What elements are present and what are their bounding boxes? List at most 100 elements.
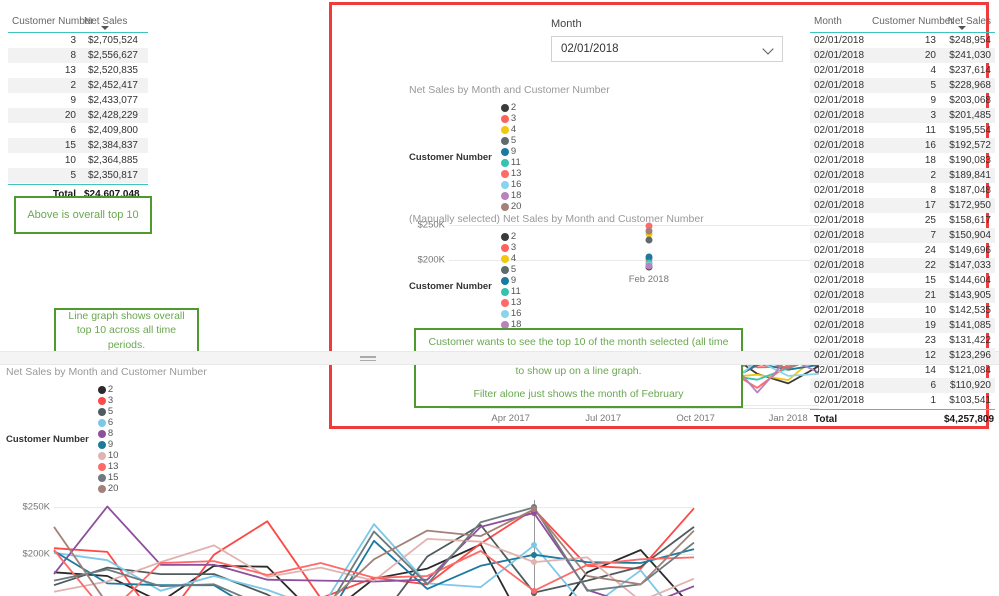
table-row[interactable]: 13 $2,520,835 <box>8 63 148 78</box>
table-row[interactable]: 02/01/2018 2 $189,841 <box>810 168 995 183</box>
column-header-month[interactable]: Month <box>810 16 868 29</box>
table-row[interactable]: 5 $2,350,817 <box>8 168 148 183</box>
overall-top-10-table[interactable]: Customer Number Net Sales 3 $2,705,524 8 $2… <box>8 16 148 202</box>
table-cell: 02/01/2018 <box>814 185 865 196</box>
table-cell: 5 <box>70 170 76 181</box>
table-row[interactable]: 02/01/2018 12 $123,296 <box>810 348 995 363</box>
legend-item[interactable]: 2 <box>500 102 522 113</box>
annotation-line-graph: Line graph shows overall top 10 across a… <box>54 308 199 353</box>
table-row[interactable]: 02/01/2018 19 $141,085 <box>810 318 995 333</box>
legend-item[interactable]: 16 <box>500 308 521 319</box>
legend-item[interactable]: 13 <box>500 168 521 179</box>
table-row[interactable]: 02/01/2018 5 $228,968 <box>810 78 995 93</box>
legend-item[interactable]: 5 <box>500 264 522 275</box>
legend-item[interactable]: 16 <box>500 179 521 190</box>
column-header-customer-number[interactable]: Customer Number <box>8 16 94 29</box>
column-header-net-sales-label: Net Sales <box>947 16 991 27</box>
table-row[interactable]: 02/01/2018 6 $110,920 <box>810 378 995 393</box>
table-row[interactable]: 02/01/2018 14 $121,084 <box>810 363 995 378</box>
hover-data-point[interactable] <box>531 506 537 513</box>
table-row[interactable]: 02/01/2018 23 $131,422 <box>810 333 995 348</box>
legend-item[interactable]: 3 <box>500 113 522 124</box>
month-slicer[interactable]: Month 02/01/2018 <box>551 18 783 62</box>
column-header-customer-number[interactable]: Customer Number <box>868 16 954 29</box>
chart-net-sales-overall[interactable]: Net Sales by Month and Customer Number C… <box>6 366 695 596</box>
february-detail-table[interactable]: Month Customer Number Net Sales 02/01/20… <box>810 16 995 427</box>
table-row[interactable]: 9 $2,433,077 <box>8 93 148 108</box>
legend-item[interactable]: 20 <box>500 201 521 212</box>
table-row[interactable]: 02/01/2018 20 $241,030 <box>810 48 995 63</box>
legend-item[interactable]: 9 <box>97 439 119 450</box>
legend-item[interactable]: 15 <box>97 472 118 483</box>
table-row[interactable]: 02/01/2018 16 $192,572 <box>810 138 995 153</box>
table-cell: 8 <box>70 50 76 61</box>
column-header-net-sales[interactable]: Net Sales <box>940 16 995 30</box>
table-cell: 02/01/2018 <box>814 110 865 121</box>
table-row[interactable]: 02/01/2018 13 $248,954 <box>810 33 995 48</box>
table-cell: $2,384,837 <box>87 140 138 151</box>
legend-item[interactable]: 13 <box>97 461 118 472</box>
table-row[interactable]: 02/01/2018 9 $203,068 <box>810 93 995 108</box>
legend-color-dot-icon <box>500 191 509 200</box>
table-row[interactable]: 20 $2,428,229 <box>8 108 148 123</box>
legend-color-dot-icon <box>500 114 509 123</box>
chart-legend[interactable]: Customer Number 234591113161820 <box>409 231 819 341</box>
legend-item[interactable]: 11 <box>500 286 522 297</box>
chevron-down-icon[interactable] <box>763 44 774 55</box>
month-slicer-dropdown[interactable]: 02/01/2018 <box>551 36 783 62</box>
table-row[interactable]: 10 $2,364,885 <box>8 153 148 168</box>
legend-item[interactable]: 8 <box>97 428 119 439</box>
legend-item[interactable]: 6 <box>97 417 119 428</box>
table-row[interactable]: 8 $2,556,627 <box>8 48 148 63</box>
table-row[interactable]: 02/01/2018 25 $158,617 <box>810 213 995 228</box>
legend-item[interactable]: 4 <box>500 124 522 135</box>
hover-data-point[interactable] <box>531 559 537 566</box>
legend-item[interactable]: 5 <box>97 406 119 417</box>
legend-item[interactable]: 3 <box>97 395 119 406</box>
legend-item-label: 8 <box>107 428 114 439</box>
table-row[interactable]: 02/01/2018 22 $147,033 <box>810 258 995 273</box>
legend-item[interactable]: 9 <box>500 146 522 157</box>
pane-divider-handle-icon[interactable] <box>360 356 376 361</box>
legend-item[interactable]: 20 <box>97 483 118 494</box>
legend-item[interactable]: 13 <box>500 297 522 308</box>
table-row[interactable]: 3 $2,705,524 <box>8 33 148 48</box>
column-header-net-sales[interactable]: Net Sales <box>80 16 142 30</box>
table-row[interactable]: 02/01/2018 18 $190,083 <box>810 153 995 168</box>
table-row[interactable]: 02/01/2018 21 $143,905 <box>810 288 995 303</box>
table-row[interactable]: 02/01/2018 15 $144,604 <box>810 273 995 288</box>
legend-item[interactable]: 2 <box>500 231 522 242</box>
table-row[interactable]: 2 $2,452,417 <box>8 78 148 93</box>
legend-item[interactable]: 3 <box>500 242 522 253</box>
legend-item-label: 3 <box>510 113 517 124</box>
table-row[interactable]: 02/01/2018 11 $195,554 <box>810 123 995 138</box>
table-row[interactable]: 02/01/2018 8 $187,048 <box>810 183 995 198</box>
legend-item-label: 9 <box>510 146 517 157</box>
legend-item[interactable]: 9 <box>500 275 522 286</box>
legend-item[interactable]: 11 <box>500 157 522 168</box>
series-line[interactable] <box>53 506 695 596</box>
chart-legend[interactable]: Customer Number 234591113161820 <box>409 102 819 212</box>
table-row[interactable]: 02/01/2018 7 $150,904 <box>810 228 995 243</box>
legend-item-label: 13 <box>510 297 522 308</box>
legend-item[interactable]: 5 <box>500 135 522 146</box>
legend-item[interactable]: 18 <box>500 190 521 201</box>
hover-data-point[interactable] <box>531 587 537 594</box>
chart-legend[interactable]: Customer Number 2 3 5 6 8 9 10 13 15 20 <box>6 384 694 494</box>
table-row[interactable]: 02/01/2018 3 $201,485 <box>810 108 995 123</box>
hover-data-point[interactable] <box>531 542 537 549</box>
table-row[interactable]: 02/01/2018 4 $237,614 <box>810 63 995 78</box>
legend-item[interactable]: 4 <box>500 253 522 264</box>
table-cell: $201,485 <box>949 110 991 121</box>
hover-data-point[interactable] <box>531 551 537 558</box>
legend-item[interactable]: 10 <box>97 450 118 461</box>
table-row[interactable]: 02/01/2018 1 $103,541 <box>810 393 995 408</box>
chart-plot-area[interactable]: $250K$200K$150K$100KMar 2017May 2017Jul … <box>23 500 695 596</box>
table-row[interactable]: 6 $2,409,800 <box>8 123 148 138</box>
table-cell: 2 <box>930 170 936 181</box>
table-row[interactable]: 02/01/2018 17 $172,950 <box>810 198 995 213</box>
legend-item[interactable]: 2 <box>97 384 119 395</box>
table-row[interactable]: 15 $2,384,837 <box>8 138 148 153</box>
table-row[interactable]: 02/01/2018 10 $142,535 <box>810 303 995 318</box>
table-row[interactable]: 02/01/2018 24 $149,696 <box>810 243 995 258</box>
